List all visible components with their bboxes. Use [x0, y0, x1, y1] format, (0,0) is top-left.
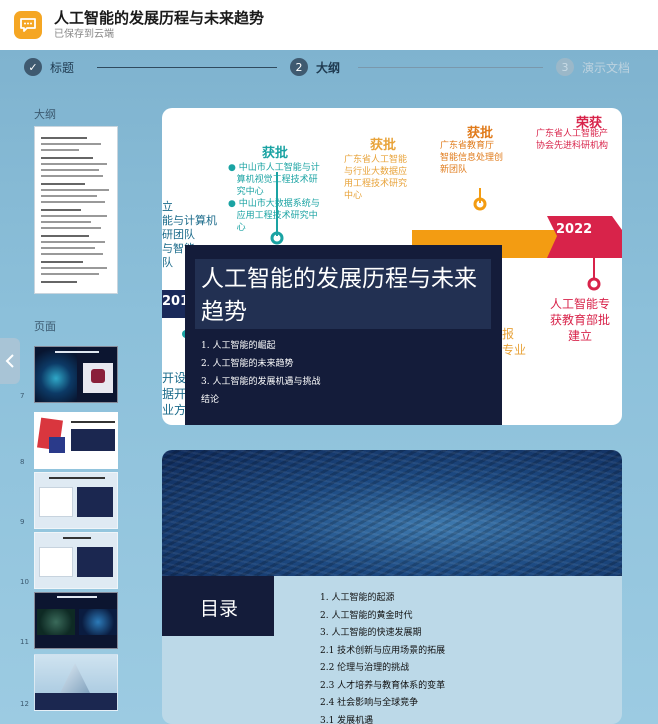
check-icon: ✓	[24, 58, 42, 76]
list-item: 1. 人工智能的崛起	[201, 341, 276, 351]
timeline-text: ● 中山市人工智能与计 算机视觉工程技术研 究中心 ● 中山市大数据系统与 应用…	[228, 163, 320, 233]
list-item: 3. 人工智能的快速发展期	[320, 628, 422, 638]
chevron-left-icon	[5, 354, 14, 368]
list-item: 结论	[201, 395, 220, 405]
step-presentation[interactable]: 3 演示文档	[556, 58, 630, 76]
list-item: 1. 人工智能的起源	[320, 593, 395, 603]
step-number: 2	[290, 58, 308, 76]
timeline-text: 广东省人工智能 与行业大数据应 用工程技术研究 中心	[344, 155, 408, 201]
list-item: 2. 人工智能的未来趋势	[201, 359, 294, 369]
page-number: 7	[20, 392, 25, 400]
outline-heading: 大纲	[34, 108, 56, 121]
toc-title: 目录	[200, 598, 239, 620]
step-outline-label: 大纲	[316, 60, 341, 75]
cover-image	[162, 450, 622, 576]
slide-agenda: 1. 人工智能的崛起 2. 人工智能的未来趋势 3. 人工智能的发展机遇与挑战 …	[201, 337, 320, 409]
page-thumbnail[interactable]	[34, 346, 118, 403]
list-item: 2.4 社会影响与全球竞争	[320, 698, 419, 708]
pages-heading: 页面	[34, 320, 56, 333]
list-item: 3.1 发展机遇	[320, 715, 374, 724]
step-number: 3	[556, 58, 574, 76]
list-item: 2.3 人才培养与教育体系的变革	[320, 680, 446, 691]
list-item: 3. 人工智能的发展机遇与挑战	[201, 377, 321, 387]
step-presentation-label: 演示文档	[582, 60, 631, 75]
title-panel: 人工智能的发展历程与未来趋势 1. 人工智能的崛起 2. 人工智能的未来趋势 3…	[185, 245, 502, 425]
timeline-text: 广东省教育厅 智能信息处理创 新团队	[440, 141, 504, 175]
list-item: 2. 人工智能的黄金时代	[320, 610, 413, 621]
timeline-heading: 获批	[370, 138, 397, 153]
chat-bubble-icon	[20, 18, 36, 32]
slide-title: 人工智能的发展历程与未来趋势	[201, 266, 477, 325]
timeline-heading: 获批	[262, 146, 289, 161]
page-number: 8	[20, 458, 25, 466]
page-number: 11	[20, 638, 29, 646]
step-connector	[97, 67, 277, 68]
list-item: 2.1 技术创新与应用场景的拓展	[320, 645, 446, 656]
toc-header-box: 目录	[162, 576, 274, 636]
timeline-heading: 获批	[467, 126, 494, 141]
page-thumbnail[interactable]	[34, 472, 118, 529]
outline-thumbnail[interactable]	[34, 126, 118, 294]
list-item: 2.2 伦理与治理的挑战	[320, 663, 410, 673]
slide-toc-preview[interactable]: 目录 1. 人工智能的起源 2. 人工智能的黄金时代 3. 人工智能的快速发展期…	[162, 450, 622, 724]
step-title[interactable]: ✓ 标题	[24, 58, 74, 76]
toc-list: 1. 人工智能的起源 2. 人工智能的黄金时代 3. 人工智能的快速发展期 2.…	[320, 590, 445, 724]
workspace: ✓ 标题 2 大纲 3 演示文档 大纲 页面 7 8 9 10 11 12 获批…	[0, 50, 658, 724]
timeline-partial-text: 报 专业	[502, 327, 527, 357]
step-title-label: 标题	[50, 60, 75, 75]
step-connector	[358, 67, 543, 68]
app-icon[interactable]	[14, 11, 42, 39]
document-title[interactable]: 人工智能的发展历程与未来趋势	[54, 9, 264, 27]
progress-steps: ✓ 标题 2 大纲 3 演示文档	[0, 50, 658, 84]
save-status: 已保存到云端	[54, 28, 114, 40]
app-header: 人工智能的发展历程与未来趋势 已保存到云端	[0, 0, 658, 50]
page-thumbnail[interactable]	[34, 592, 118, 649]
page-number: 9	[20, 518, 25, 526]
timeline-partial-text: 开设 据开 业方	[162, 371, 187, 417]
year-label: 2022	[556, 222, 593, 237]
page-thumbnail[interactable]	[34, 412, 118, 469]
page-thumbnail[interactable]	[34, 532, 118, 589]
step-outline[interactable]: 2 大纲	[290, 58, 340, 76]
collapse-sidebar-button[interactable]	[0, 338, 20, 384]
timeline-text: 广东省人工智能产 协会先进科研机构	[536, 129, 609, 151]
page-number: 12	[20, 700, 29, 708]
slide-title-preview[interactable]: 获批 ● 中山市人工智能与计 算机视觉工程技术研 究中心 ● 中山市大数据系统与…	[162, 108, 622, 425]
timeline-text: 人工智能专 获教育部批 建立	[550, 297, 611, 343]
sidebar: 大纲 页面 7 8 9 10 11 12	[20, 84, 124, 724]
page-number: 10	[20, 578, 29, 586]
page-thumbnail[interactable]	[34, 654, 118, 711]
